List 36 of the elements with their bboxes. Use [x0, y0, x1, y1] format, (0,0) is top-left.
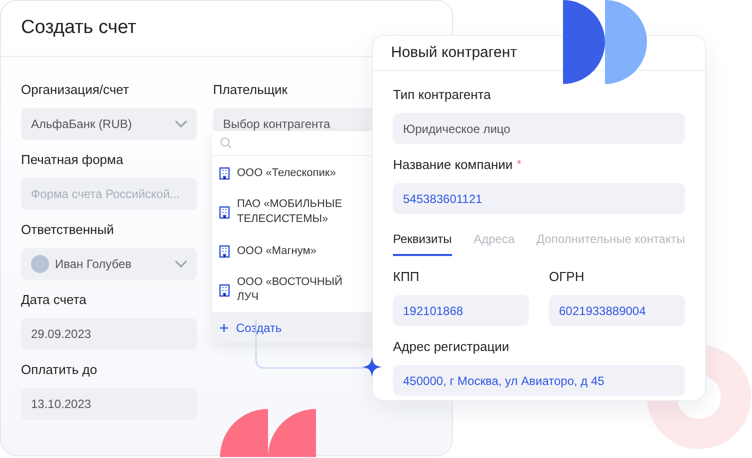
field-label: ОГРН	[549, 270, 584, 283]
company-name: ПАО «МОБИЛЬНЫЕ ТЕЛЕСИСТЕМЫ»	[237, 197, 344, 227]
input-field[interactable]: Юридическое лицо	[393, 113, 685, 144]
select-field[interactable]: АльфаБанк (RUB)	[21, 108, 197, 140]
dropdown-item[interactable]: ООО «ВОСТОЧНЫЙ ЛУЧ	[212, 268, 372, 312]
field-label: Название компании	[393, 158, 513, 171]
dropdown-item[interactable]: ООО «Магнум»	[212, 234, 372, 268]
input-field[interactable]: 13.10.2023	[21, 388, 197, 420]
company-name: ООО «ВОСТОЧНЫЙ ЛУЧ	[237, 275, 344, 305]
select-value: Иван Голубев	[55, 256, 132, 273]
select-value: АльфаБанк (RUB)	[31, 116, 132, 133]
required-mark: *	[516, 158, 522, 170]
tab[interactable]: Реквизиты	[393, 230, 452, 256]
field-label: Адрес регистрации	[393, 340, 510, 353]
input-field[interactable]: 192101868	[393, 295, 529, 326]
company-name: ООО «Магнум»	[237, 244, 318, 258]
field-label: Оплатить до	[21, 363, 98, 376]
field-label: Организация/счет	[21, 83, 130, 96]
input-field[interactable]: 6021933889004	[549, 295, 685, 326]
select-field[interactable]: Иван Голубев	[21, 248, 197, 280]
dropdown-item[interactable]: ООО «Телескопик»	[212, 156, 372, 190]
input-field[interactable]: 29.09.2023	[21, 318, 197, 350]
field-label: Печатная форма	[21, 153, 124, 166]
field-label: Дата счета	[21, 293, 88, 306]
dropdown-item[interactable]: ПАО «МОБИЛЬНЫЕ ТЕЛЕСИСТЕМЫ»	[212, 190, 372, 234]
create-button[interactable]: Создать	[212, 312, 372, 343]
field-label: Тип контрагента	[393, 88, 491, 101]
input-field[interactable]: 545383601121	[393, 183, 685, 214]
input-field[interactable]: 450000, г Москва, ул Авиаторо, д 45	[393, 365, 685, 396]
card-title: Новый контрагент	[391, 42, 518, 63]
input-field[interactable]: Форма счета Российской...	[21, 178, 197, 210]
field-label: Плательщик	[213, 83, 288, 96]
field-label: КПП	[393, 270, 420, 283]
company-name: ООО «Телескопик»	[237, 166, 337, 180]
card-title: Создать счет	[21, 16, 136, 40]
field-label: Ответственный	[21, 223, 115, 236]
